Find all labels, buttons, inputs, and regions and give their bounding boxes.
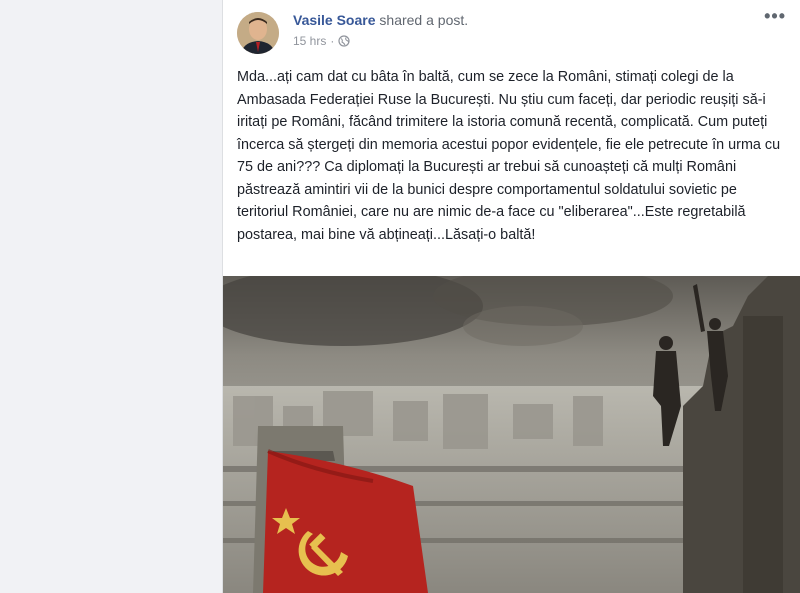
author-name-link[interactable]: Vasile Soare [293, 12, 376, 28]
post-body-text: Mda...ați cam dat cu bâta în baltă, cum … [237, 69, 781, 243]
meta-separator: · [330, 34, 335, 48]
post-header: Vasile Soare shared a post. [293, 12, 468, 28]
more-options-button[interactable]: ••• [764, 6, 786, 27]
author-avatar[interactable] [237, 12, 279, 54]
left-pane [0, 0, 222, 593]
post-timestamp[interactable]: 15 hrs [293, 34, 326, 48]
globe-icon[interactable] [338, 35, 350, 47]
post-action-text: shared a post. [379, 12, 469, 28]
post-card: Vasile Soare shared a post. 15 hrs · •••… [222, 0, 800, 593]
post-image[interactable] [223, 276, 800, 593]
avatar-photo [237, 12, 279, 54]
post-meta: 15 hrs · [293, 34, 350, 48]
